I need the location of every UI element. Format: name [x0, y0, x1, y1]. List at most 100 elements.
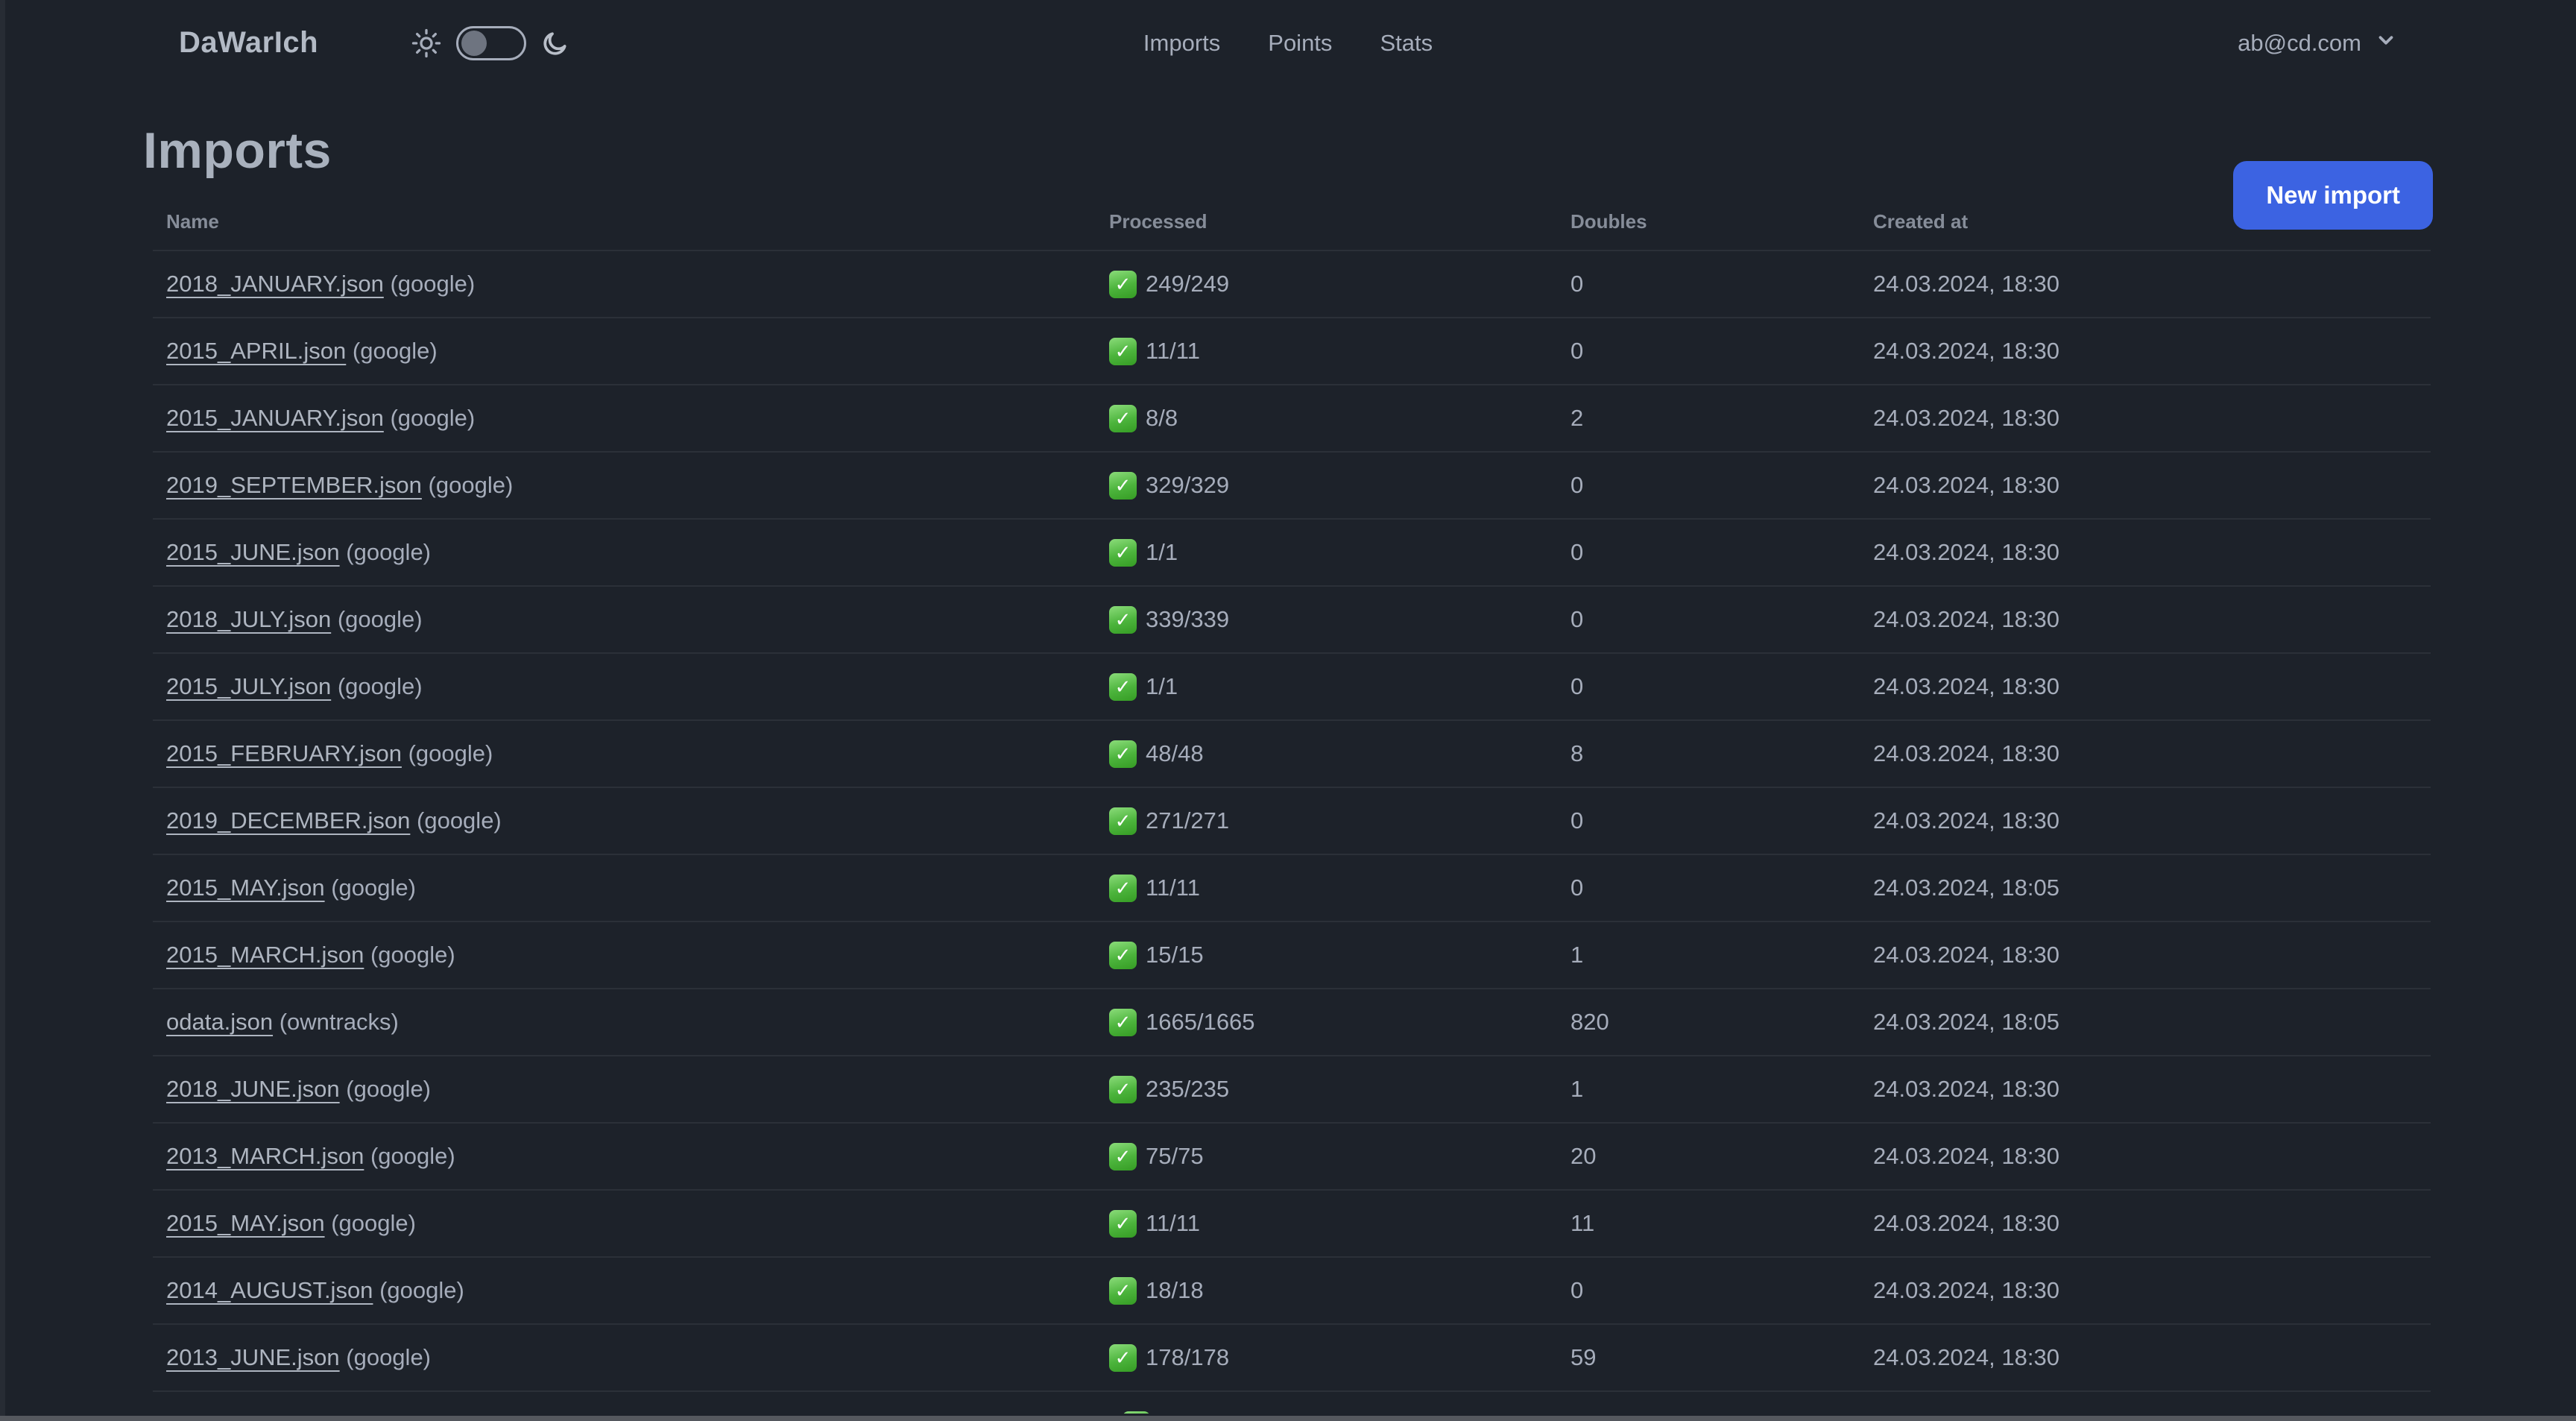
- table-row: 2018_JULY.json (google) ✓ 339/339 0 24.0…: [153, 585, 2431, 652]
- import-file-link[interactable]: 2015_MAY.json: [166, 1210, 325, 1236]
- import-file-link[interactable]: odata.json: [166, 1009, 273, 1035]
- import-file-link[interactable]: 2018_JANUARY.json: [166, 271, 384, 297]
- processed-count: 1665/1665: [1146, 1009, 1255, 1035]
- new-import-button[interactable]: New import: [2233, 161, 2433, 230]
- processed-cell: ✓ 48/48: [1096, 740, 1557, 768]
- table-row: 2015_MAY.json (google) ✓ 11/11 0 24.03.2…: [153, 854, 2431, 921]
- theme-toggle-knob[interactable]: [461, 30, 487, 56]
- success-check-icon: ✓: [1109, 874, 1137, 902]
- doubles-cell: 0: [1570, 807, 1584, 834]
- success-check-icon: ✓: [1109, 270, 1137, 298]
- processed-cell: ✓ 249/249: [1096, 270, 1557, 298]
- import-source-label: (google): [379, 1277, 464, 1303]
- processed-count: 11/11: [1146, 875, 1200, 901]
- success-check-icon: ✓: [1109, 807, 1137, 835]
- success-check-icon: ✓: [1109, 1075, 1137, 1103]
- created-at-cell: 24.03.2024, 18:30: [1873, 338, 2059, 364]
- doubles-cell: 820: [1570, 1009, 1609, 1035]
- import-name-cell: 2015_MAY.json (google): [153, 1210, 1096, 1237]
- import-file-link[interactable]: 2015_MARCH.json: [166, 942, 364, 968]
- import-name-cell: 2015_APRIL.json (google): [153, 338, 1096, 365]
- import-file-link[interactable]: 2015_JANUARY.json: [166, 405, 384, 431]
- import-file-link[interactable]: 2015_JULY.json: [166, 673, 331, 699]
- import-file-link[interactable]: 2019_DECEMBER.json: [166, 807, 410, 834]
- import-name-cell: 2018_JUNE.json (google): [153, 1076, 1096, 1103]
- processed-cell: ✓ 1/1: [1096, 538, 1557, 567]
- theme-switch: [411, 25, 569, 60]
- doubles-cell: 59: [1570, 1344, 1597, 1370]
- processed-count: 1/1: [1146, 673, 1178, 699]
- import-file-link[interactable]: 2019_SEPTEMBER.json: [166, 472, 422, 498]
- import-name-cell: 2014_AUGUST.json (google): [153, 1277, 1096, 1304]
- processed-cell: ✓ 339/339: [1096, 605, 1557, 634]
- import-source-label: (google): [346, 539, 432, 565]
- created-at-cell: 24.03.2024, 18:30: [1873, 1076, 2059, 1102]
- import-source-label: (google): [370, 1143, 455, 1169]
- app-logo[interactable]: DaWarIch: [179, 26, 318, 60]
- column-header-processed: Processed: [1109, 209, 1208, 233]
- import-file-link[interactable]: 2013_MARCH.json: [166, 1143, 364, 1169]
- processed-count: 15/15: [1146, 942, 1204, 968]
- import-source-label: (google): [417, 807, 502, 834]
- success-check-icon: ✓: [1109, 1209, 1137, 1238]
- success-check-icon: ✓: [1109, 1343, 1137, 1372]
- import-file-link[interactable]: 2015_JUNE.json: [166, 539, 340, 565]
- import-source-label: (google): [408, 740, 493, 766]
- nav-item-imports[interactable]: Imports: [1143, 30, 1220, 57]
- nav-item-points[interactable]: Points: [1268, 30, 1332, 57]
- processed-count: 11/11: [1146, 1210, 1200, 1236]
- success-check-icon: ✓: [1109, 672, 1137, 701]
- import-file-link[interactable]: 2015_FEBRUARY.json: [166, 740, 402, 766]
- processed-cell: ✓ 178/178: [1096, 1343, 1557, 1372]
- processed-cell: ✓ 1665/1665: [1096, 1008, 1557, 1036]
- created-at-cell: 24.03.2024, 18:30: [1873, 1210, 2059, 1236]
- import-source-label: (google): [346, 1076, 432, 1102]
- processed-cell: ✓ 11/11: [1096, 874, 1557, 902]
- import-source-label: (google): [352, 338, 438, 364]
- table-row: 2014_AUGUST.json (google) ✓ 18/18 0 24.0…: [153, 1256, 2431, 1323]
- success-check-icon: ✓: [1109, 1008, 1137, 1036]
- table-row: 2013_MARCH.json (google) ✓ 75/75 20 24.0…: [153, 1122, 2431, 1189]
- processed-cell: ✓ 1/1: [1096, 672, 1557, 701]
- success-check-icon: ✓: [1109, 1276, 1137, 1305]
- import-file-link[interactable]: 2014_AUGUST.json: [166, 1277, 373, 1303]
- column-header-doubles: Doubles: [1570, 209, 1647, 233]
- import-file-link[interactable]: 2015_APRIL.json: [166, 338, 346, 364]
- processed-cell: ✓ 235/235: [1096, 1075, 1557, 1103]
- import-source-label: (google): [337, 606, 423, 632]
- doubles-cell: 11: [1570, 1210, 1595, 1236]
- import-name-cell: 2018_JULY.json (google): [153, 606, 1096, 633]
- created-at-cell: 24.03.2024, 18:30: [1873, 942, 2059, 968]
- import-source-label: (owntracks): [279, 1009, 399, 1035]
- doubles-cell: 0: [1570, 472, 1584, 498]
- import-name-cell: 2015_JANUARY.json (google): [153, 405, 1096, 432]
- doubles-cell: 8: [1570, 740, 1584, 766]
- created-at-cell: 24.03.2024, 18:30: [1873, 405, 2059, 431]
- import-name-cell: 2018_JANUARY.json (google): [153, 271, 1096, 297]
- nav-item-stats[interactable]: Stats: [1380, 30, 1433, 57]
- table-row-partial: ✓: [153, 1390, 2431, 1414]
- created-at-cell: 24.03.2024, 18:30: [1873, 472, 2059, 498]
- import-source-label: (google): [428, 472, 514, 498]
- import-file-link[interactable]: 2013_JUNE.json: [166, 1344, 340, 1370]
- theme-toggle[interactable]: [456, 25, 526, 60]
- import-source-label: (google): [370, 942, 455, 968]
- processed-cell: ✓ 271/271: [1096, 807, 1557, 835]
- table-row: 2019_SEPTEMBER.json (google) ✓ 329/329 0…: [153, 451, 2431, 518]
- processed-count: 1/1: [1146, 539, 1178, 565]
- moon-icon: [541, 29, 569, 57]
- doubles-cell: 0: [1570, 673, 1584, 699]
- import-file-link[interactable]: 2018_JULY.json: [166, 606, 331, 632]
- created-at-cell: 24.03.2024, 18:30: [1873, 539, 2059, 565]
- import-source-label: (google): [337, 673, 423, 699]
- processed-count: 48/48: [1146, 740, 1204, 766]
- import-file-link[interactable]: 2015_MAY.json: [166, 875, 325, 901]
- account-menu[interactable]: ab@cd.com: [2238, 29, 2397, 57]
- table-body: 2018_JANUARY.json (google) ✓ 249/249 0 2…: [153, 250, 2431, 1390]
- imports-page: Imports New import Name Processed Double…: [0, 122, 2576, 1414]
- import-name-cell: 2019_DECEMBER.json (google): [153, 807, 1096, 834]
- created-at-cell: 24.03.2024, 18:30: [1873, 271, 2059, 297]
- import-name-cell: 2013_JUNE.json (google): [153, 1344, 1096, 1371]
- import-source-label: (google): [331, 1210, 416, 1236]
- import-file-link[interactable]: 2018_JUNE.json: [166, 1076, 340, 1102]
